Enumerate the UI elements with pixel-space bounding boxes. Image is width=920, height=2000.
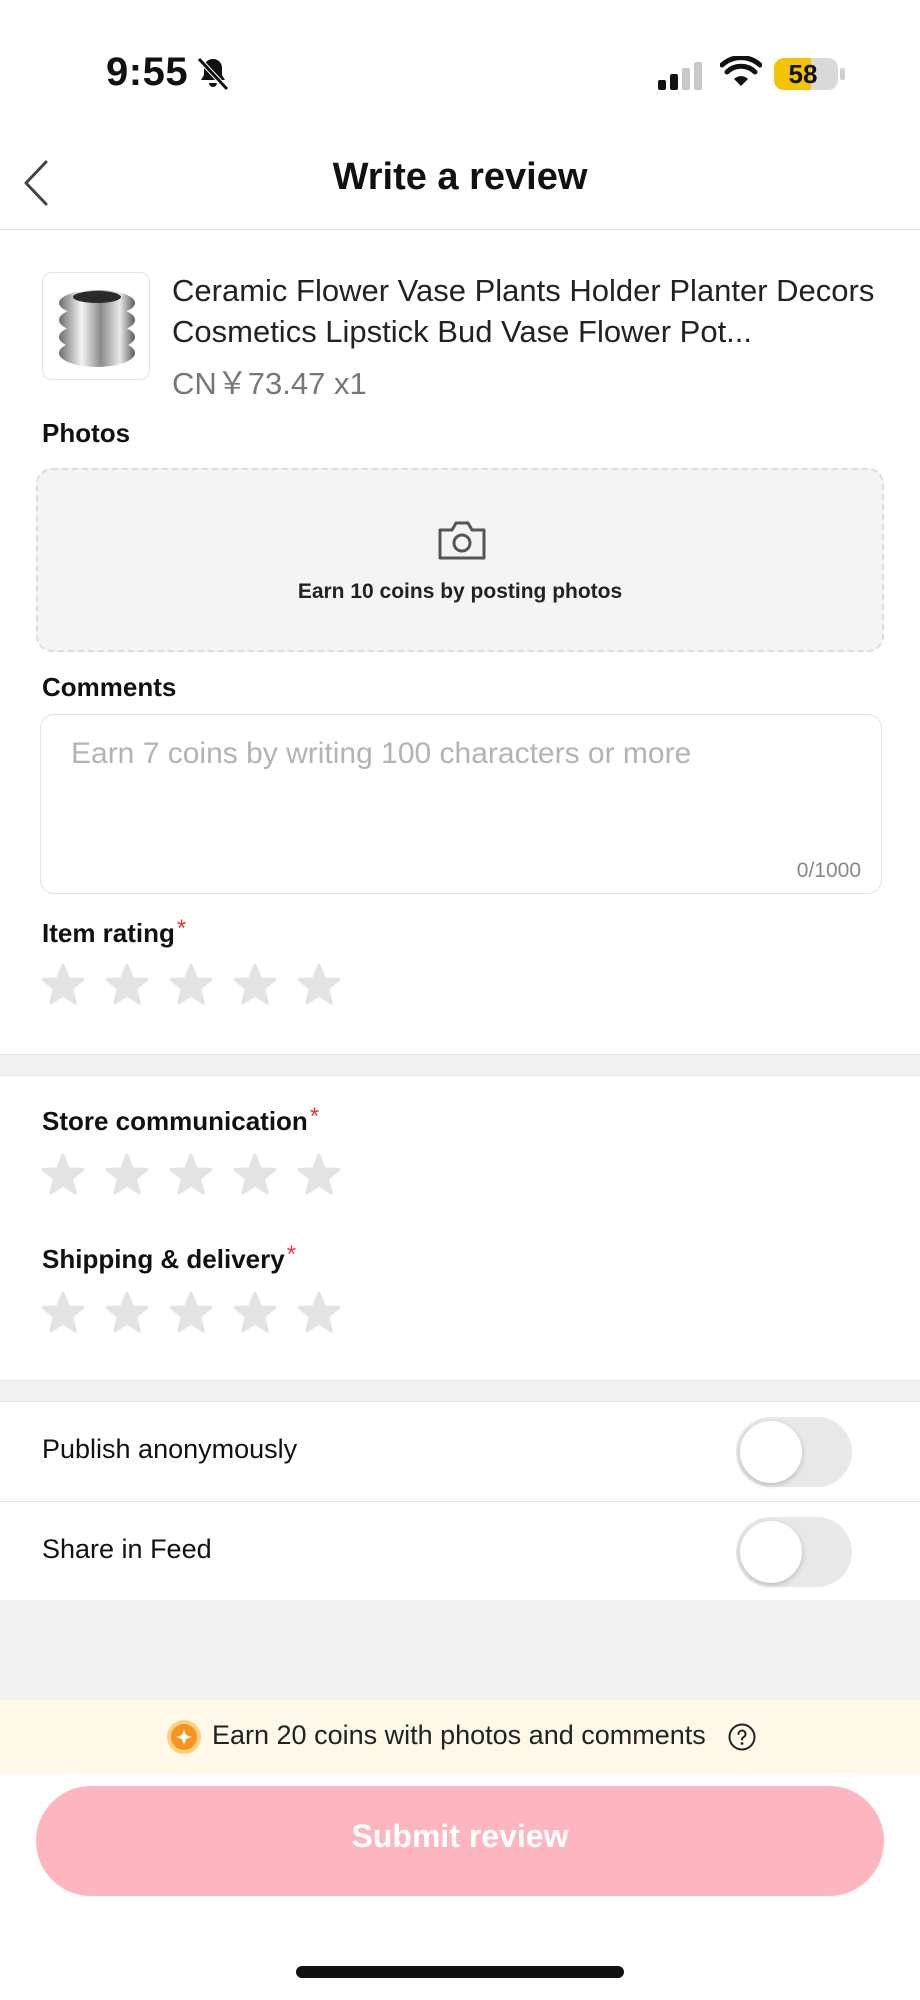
battery-indicator: 58 <box>774 58 838 90</box>
star-icon[interactable] <box>168 1290 214 1336</box>
star-icon[interactable] <box>232 962 278 1008</box>
item-rating-stars <box>40 962 360 1010</box>
coin-icon <box>167 1720 201 1754</box>
star-icon[interactable] <box>296 1290 342 1336</box>
page-title: Write a review <box>332 156 588 198</box>
bell-slash-icon <box>197 57 229 91</box>
status-time: 9:55 <box>106 50 189 94</box>
share-in-feed-toggle[interactable] <box>736 1517 852 1587</box>
star-icon[interactable] <box>40 1152 86 1198</box>
publish-anonymously-row: Publish anonymously <box>0 1402 920 1502</box>
star-icon[interactable] <box>40 1290 86 1336</box>
store-communication-stars <box>40 1152 360 1200</box>
star-icon[interactable] <box>296 962 342 1008</box>
submit-review-button[interactable]: Submit review <box>36 1786 884 1896</box>
spacer-area <box>0 1600 920 1700</box>
star-icon[interactable] <box>168 962 214 1008</box>
battery-level: 58 <box>788 59 818 89</box>
publish-anonymously-toggle[interactable] <box>736 1417 852 1487</box>
character-count: 0/1000 <box>796 859 861 882</box>
product-price: CN￥73.47 x1 <box>172 366 367 401</box>
help-icon[interactable] <box>728 1723 756 1751</box>
toggle-knob <box>740 1421 802 1483</box>
cellular-signal-icon <box>658 62 702 90</box>
required-marker: * <box>309 1103 320 1130</box>
share-in-feed-row: Share in Feed <box>0 1502 920 1602</box>
star-icon[interactable] <box>104 1152 150 1198</box>
add-photos-button[interactable]: Earn 10 coins by posting photos <box>36 468 884 652</box>
comment-textarea[interactable]: Earn 7 coins by writing 100 characters o… <box>40 714 882 894</box>
required-marker: * <box>176 915 187 942</box>
star-icon[interactable] <box>232 1152 278 1198</box>
coins-banner-text: Earn 20 coins with photos and comments <box>212 1720 706 1750</box>
battery-cap <box>840 68 845 80</box>
comment-placeholder: Earn 7 coins by writing 100 characters o… <box>71 737 692 770</box>
section-divider <box>0 1380 920 1402</box>
star-icon[interactable] <box>296 1152 342 1198</box>
comments-label: Comments <box>42 672 177 702</box>
item-rating-label: Item rating* <box>42 915 187 949</box>
publish-anonymously-label: Publish anonymously <box>42 1434 298 1464</box>
status-bar: 9:55 58 <box>0 0 920 150</box>
photos-label: Photos <box>42 418 131 448</box>
star-icon[interactable] <box>168 1152 214 1198</box>
vase-image <box>59 290 135 367</box>
star-icon[interactable] <box>104 962 150 1008</box>
required-marker: * <box>286 1241 297 1268</box>
shipping-delivery-stars <box>40 1290 360 1338</box>
rating-label-text: Shipping & delivery <box>42 1244 285 1274</box>
photos-hint: Earn 10 coins by posting photos <box>297 580 623 603</box>
nav-bar: Write a review <box>0 140 920 230</box>
product-title[interactable]: Ceramic Flower Vase Plants Holder Plante… <box>172 270 892 352</box>
star-icon[interactable] <box>104 1290 150 1336</box>
toggle-knob <box>740 1521 802 1583</box>
product-thumbnail <box>42 272 150 380</box>
wifi-icon <box>720 56 762 86</box>
submit-review-label: Submit review <box>351 1818 569 1854</box>
section-divider <box>0 1054 920 1076</box>
star-icon[interactable] <box>232 1290 278 1336</box>
shipping-delivery-label: Shipping & delivery* <box>42 1241 297 1275</box>
share-in-feed-label: Share in Feed <box>42 1534 212 1564</box>
camera-icon <box>438 521 486 560</box>
star-icon[interactable] <box>40 962 86 1008</box>
coins-banner: Earn 20 coins with photos and comments <box>0 1700 920 1774</box>
rating-label-text: Item rating <box>42 918 175 948</box>
store-communication-label: Store communication* <box>42 1103 320 1137</box>
home-indicator[interactable] <box>296 1966 624 1978</box>
rating-label-text: Store communication <box>42 1106 308 1136</box>
